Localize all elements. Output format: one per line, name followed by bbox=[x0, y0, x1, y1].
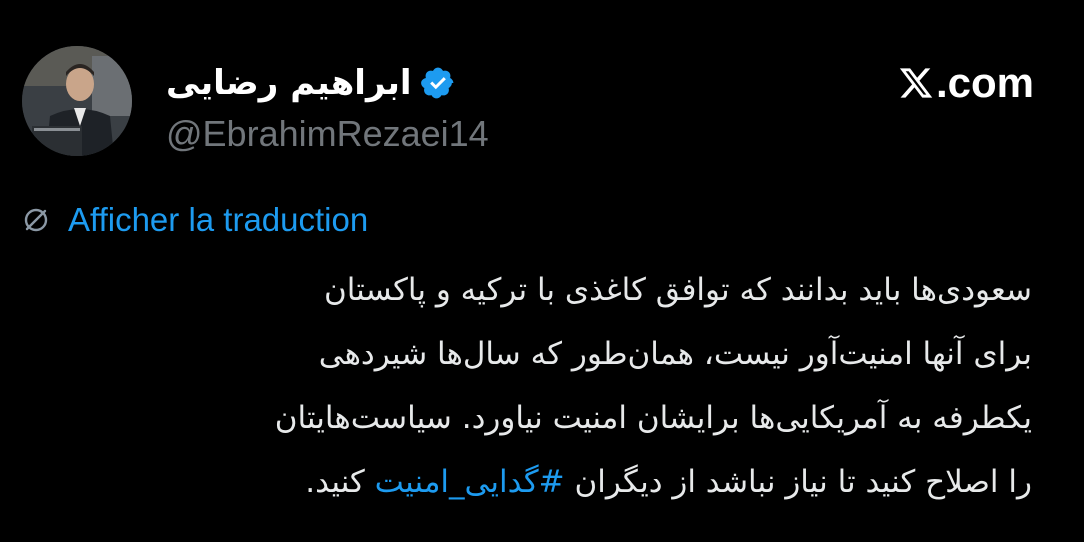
show-translation-button[interactable]: Afficher la traduction bbox=[22, 198, 368, 242]
post-text-line-1: سعودی‌ها باید بدانند که توافق کاغذی با ت… bbox=[323, 272, 1032, 308]
post-text: سعودی‌ها باید بدانند که توافق کاغذی با ت… bbox=[12, 258, 1032, 514]
site-mark: .com bbox=[898, 58, 1034, 108]
avatar-photo bbox=[22, 46, 132, 156]
verified-badge-icon bbox=[420, 65, 456, 101]
post-text-line-2: برای آنها امنیت‌آور نیست، همان‌طور که سا… bbox=[318, 336, 1032, 372]
globe-icon bbox=[22, 206, 50, 234]
post-header: ابراهیم رضایی @EbrahimRezaei14 .com bbox=[0, 0, 1084, 180]
post-text-line-4-end: کنید. bbox=[305, 464, 375, 500]
author-avatar[interactable] bbox=[22, 46, 132, 156]
x-logo-icon bbox=[898, 65, 934, 101]
show-translation-label[interactable]: Afficher la traduction bbox=[68, 198, 368, 242]
post-text-line-3: یکطرفه به آمریکایی‌ها برایشان امنیت نیاو… bbox=[274, 400, 1032, 436]
author-display-name[interactable]: ابراهیم رضایی bbox=[166, 58, 412, 108]
post-text-line-4-start: را اصلاح کنید تا نیاز نباشد از دیگران bbox=[564, 464, 1032, 500]
hashtag-link[interactable]: #گدایی_امنیت bbox=[375, 464, 565, 500]
author-name-row: ابراهیم رضایی bbox=[166, 58, 456, 108]
site-domain: .com bbox=[935, 59, 1034, 106]
post-text-line-4: را اصلاح کنید تا نیاز نباشد از دیگران #گ… bbox=[12, 450, 1032, 514]
author-handle[interactable]: @EbrahimRezaei14 bbox=[166, 112, 489, 156]
